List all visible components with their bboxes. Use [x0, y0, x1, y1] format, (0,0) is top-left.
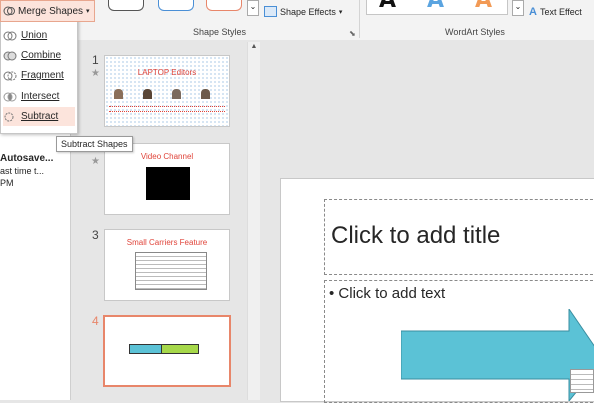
menu-item-label: Union [21, 30, 48, 41]
slide-thumbnail-1[interactable]: LAPTOP Editors [104, 55, 230, 127]
fragment-icon [3, 71, 17, 80]
menu-item-combine[interactable]: Combine [3, 46, 75, 65]
subtract-icon [4, 112, 14, 121]
text-effects-icon: A [529, 6, 537, 18]
merge-shapes-label: Merge Shapes [18, 5, 84, 17]
autosave-line: ast time t... [0, 166, 45, 176]
slide-number: 4 [92, 314, 99, 328]
menu-item-union[interactable]: Union [3, 26, 75, 45]
video-placeholder [146, 167, 190, 200]
autosave-time: PM [0, 178, 14, 188]
menu-item-fragment[interactable]: Fragment [3, 66, 75, 85]
shape-styles-group-label: Shape Styles [193, 27, 247, 37]
shape-style-swatch-1[interactable] [108, 0, 144, 11]
dialog-launcher-icon[interactable]: ⬊ [349, 29, 356, 38]
menu-item-subtract[interactable]: Subtract [3, 107, 75, 126]
group-divider [359, 0, 360, 38]
arrow-shape[interactable] [401, 309, 594, 401]
shape-style-swatch-3[interactable] [206, 0, 242, 11]
avatar [143, 89, 152, 99]
caption-line [109, 111, 225, 114]
menu-item-intersect[interactable]: Intersect [3, 87, 75, 106]
table-icon[interactable] [570, 369, 594, 393]
subtract-shapes-tooltip: Subtract Shapes [56, 136, 133, 152]
menu-item-label: Intersect [21, 91, 60, 102]
merge-shapes-icon [3, 6, 15, 16]
slide-thumbnail-3[interactable]: Small Carriers Feature [104, 229, 230, 301]
slide-thumbnail-4-selected[interactable] [103, 315, 231, 387]
chevron-down-icon: ▾ [338, 8, 343, 16]
menu-item-label: Combine [21, 50, 62, 61]
star-icon: ★ [91, 156, 100, 167]
wordart-gallery[interactable]: A A A [366, 0, 508, 15]
shape-style-swatch-2[interactable] [158, 0, 194, 11]
avatar [201, 89, 210, 99]
avatar [114, 89, 123, 99]
thumbnail-scrollbar[interactable]: ▲ [247, 42, 260, 400]
shape-effects-button[interactable]: Shape Effects ▾ [264, 6, 342, 17]
slide-thumbnail-title: Video Channel [140, 152, 194, 161]
intersect-icon [3, 92, 17, 101]
wordart-more-button[interactable]: ⌄ [512, 0, 524, 16]
slide-number: 3 [92, 228, 99, 242]
shape-styles-more-button[interactable]: ⌄ [247, 0, 259, 16]
menu-item-label: Fragment [21, 70, 64, 81]
thumbnail-blue-bar [129, 344, 165, 354]
shape-effects-label: Shape Effects [280, 6, 336, 17]
text-effects-button[interactable]: A Text Effect [529, 6, 582, 18]
combine-icon [3, 51, 17, 60]
union-icon [3, 31, 17, 40]
slide-thumbnail-title: LAPTOP Editors [137, 68, 197, 77]
slide-number: 1 [92, 53, 99, 67]
title-placeholder[interactable]: Click to add title [324, 199, 594, 275]
scroll-up-arrow-icon[interactable]: ▲ [249, 42, 259, 52]
wordart-style-orange[interactable]: A [475, 0, 492, 12]
table-image [135, 252, 207, 290]
shape-effects-icon [264, 6, 277, 17]
title-placeholder-text: Click to add title [331, 222, 501, 249]
caption-line [109, 106, 225, 109]
text-effects-label: Text Effect [539, 7, 582, 17]
avatar [172, 89, 181, 99]
autosave-title: Autosave... [0, 153, 54, 164]
slide-thumbnail-2[interactable]: Video Channel [104, 143, 230, 215]
menu-item-label: Subtract [21, 111, 59, 122]
wordart-styles-group-label: WordArt Styles [445, 27, 505, 37]
chevron-down-icon: ▾ [86, 8, 90, 15]
current-slide[interactable]: Click to add title • Click to add text [280, 178, 594, 403]
thumbnail-green-bar [161, 344, 199, 354]
merge-shapes-button[interactable]: Merge Shapes ▾ [0, 0, 95, 22]
wordart-style-blue[interactable]: A [427, 0, 444, 12]
wordart-style-black[interactable]: A [379, 0, 396, 12]
star-icon: ★ [91, 68, 100, 79]
body-placeholder-text: • Click to add text [329, 285, 446, 302]
slide-thumbnail-title: Small Carriers Feature [126, 238, 208, 247]
